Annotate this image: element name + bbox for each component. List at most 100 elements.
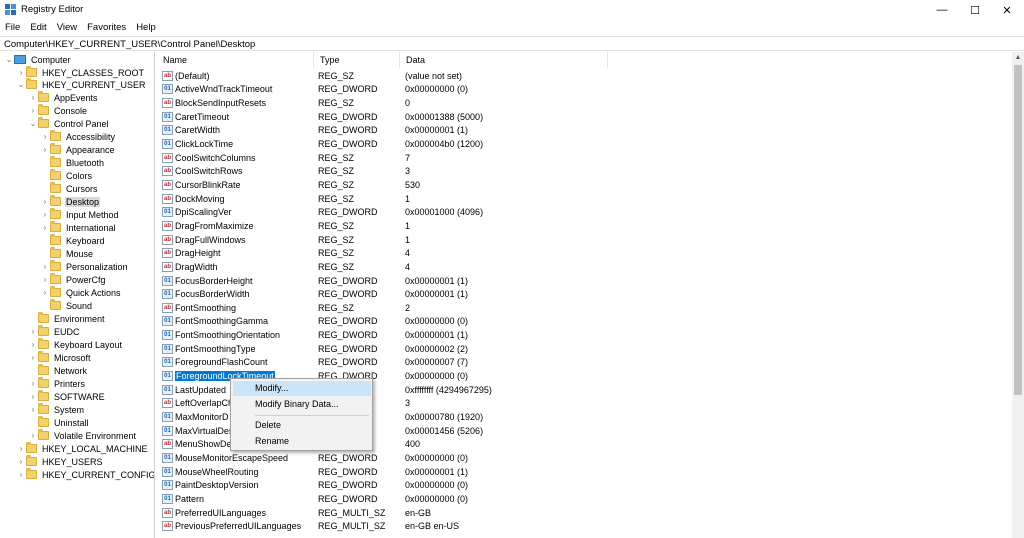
scroll-up-arrow-icon[interactable]: ▲ <box>1012 52 1024 64</box>
tree-item[interactable]: › Accessibility <box>40 130 116 143</box>
value-row[interactable]: 01 FontSmoothingOrientation REG_DWORD 0x000… <box>157 328 757 342</box>
chevron-right-icon[interactable]: › <box>40 223 50 232</box>
tree-item[interactable]: Cursors <box>40 182 99 195</box>
tree-item[interactable]: › Input Method <box>40 208 120 221</box>
tree-item[interactable]: › HKEY_CURRENT_CONFIG <box>16 468 154 481</box>
value-row[interactable]: ab PreferredUILanguages REG_MULTI_SZ en-GB <box>157 506 757 520</box>
scroll-thumb[interactable] <box>1014 65 1022 395</box>
chevron-right-icon[interactable]: › <box>40 262 50 271</box>
value-row[interactable]: ab (Default) REG_SZ (value not set) <box>157 69 757 83</box>
value-row[interactable]: 01 ClickLockTime REG_DWORD 0x000004b0 (1200… <box>157 137 757 151</box>
tree-item[interactable]: Sound <box>40 299 93 312</box>
column-header-name[interactable]: Name <box>157 52 314 68</box>
value-row[interactable]: 01 CaretTimeout REG_DWORD 0x00001388 (5000) <box>157 110 757 124</box>
context-menu-delete[interactable]: Delete <box>233 418 371 433</box>
value-row[interactable]: ab DragHeight REG_SZ 4 <box>157 246 757 260</box>
value-row[interactable]: 01 FontSmoothingType REG_DWORD 0x00000002 (… <box>157 342 757 356</box>
chevron-right-icon[interactable]: › <box>28 327 38 336</box>
menu-edit[interactable]: Edit <box>25 20 51 36</box>
tree-item[interactable]: Network <box>28 364 88 377</box>
tree-item[interactable]: Environment <box>28 312 106 325</box>
chevron-right-icon[interactable]: › <box>40 288 50 297</box>
chevron-right-icon[interactable]: › <box>28 340 38 349</box>
value-list[interactable]: Name Type Data ab (Default) REG_SZ (value n… <box>157 52 1012 538</box>
value-row[interactable]: 01 Pattern REG_DWORD 0x00000000 (0) <box>157 492 757 506</box>
chevron-right-icon[interactable]: › <box>28 93 38 102</box>
tree-item[interactable]: › Desktop <box>40 195 101 208</box>
chevron-right-icon[interactable]: › <box>28 392 38 401</box>
chevron-down-icon[interactable]: ⌄ <box>16 80 26 89</box>
menu-help[interactable]: Help <box>131 20 161 36</box>
chevron-right-icon[interactable]: › <box>40 210 50 219</box>
value-row[interactable]: 01 FocusBorderHeight REG_DWORD 0x00000001 (… <box>157 274 757 288</box>
chevron-down-icon[interactable]: ⌄ <box>4 55 14 64</box>
chevron-right-icon[interactable]: › <box>16 457 26 466</box>
chevron-down-icon[interactable]: ⌄ <box>28 119 38 128</box>
menu-file[interactable]: File <box>0 20 25 36</box>
context-menu-rename[interactable]: Rename <box>233 434 371 449</box>
value-row[interactable]: ab CursorBlinkRate REG_SZ 530 <box>157 178 757 192</box>
value-row[interactable]: ab PreviousPreferredUILanguages REG_MULTI_… <box>157 519 757 533</box>
value-row[interactable]: ab BlockSendInputResets REG_SZ 0 <box>157 96 757 110</box>
value-row[interactable]: ab DragWidth REG_SZ 4 <box>157 260 757 274</box>
chevron-right-icon[interactable]: › <box>16 68 26 77</box>
tree-item[interactable]: ⌄ HKEY_CURRENT_USER <box>16 78 147 91</box>
tree-item[interactable]: › Keyboard Layout <box>28 338 123 351</box>
tree-item[interactable]: › Appearance <box>40 143 116 156</box>
tree-item[interactable]: › EUDC <box>28 325 81 338</box>
tree-item[interactable]: Bluetooth <box>40 156 105 169</box>
address-path[interactable]: Computer\HKEY_CURRENT_USER\Control Panel… <box>4 39 255 50</box>
chevron-right-icon[interactable]: › <box>16 470 26 479</box>
chevron-right-icon[interactable]: › <box>28 353 38 362</box>
context-menu-modify-binary[interactable]: Modify Binary Data... <box>233 397 371 412</box>
tree-item[interactable]: › Printers <box>28 377 86 390</box>
value-row[interactable]: 01 PaintDesktopVersion REG_DWORD 0x00000000… <box>157 479 757 493</box>
chevron-right-icon[interactable]: › <box>40 145 50 154</box>
tree-item[interactable]: › AppEvents <box>28 91 99 104</box>
tree-item[interactable]: › Personalization <box>40 260 129 273</box>
tree-item[interactable]: › International <box>40 221 117 234</box>
chevron-right-icon[interactable]: › <box>28 379 38 388</box>
tree-item[interactable]: Mouse <box>40 247 94 260</box>
value-row[interactable]: ab CoolSwitchColumns REG_SZ 7 <box>157 151 757 165</box>
value-row[interactable]: ab CoolSwitchRows REG_SZ 3 <box>157 165 757 179</box>
value-row[interactable]: ab DockMoving REG_SZ 1 <box>157 192 757 206</box>
value-row[interactable]: ab DragFromMaximize REG_SZ 1 <box>157 219 757 233</box>
value-row[interactable]: 01 FocusBorderWidth REG_DWORD 0x00000001 (1… <box>157 287 757 301</box>
column-header-data[interactable]: Data <box>400 52 608 68</box>
menu-favorites[interactable]: Favorites <box>82 20 131 36</box>
tree-item[interactable]: Uninstall <box>28 416 90 429</box>
tree-item[interactable]: › Console <box>28 104 88 117</box>
tree-item[interactable]: › System <box>28 403 85 416</box>
maximize-button[interactable]: ☐ <box>958 0 992 20</box>
value-row[interactable]: 01 FontSmoothingGamma REG_DWORD 0x00000000 … <box>157 315 757 329</box>
chevron-right-icon[interactable]: › <box>28 405 38 414</box>
tree-item[interactable]: › Quick Actions <box>40 286 122 299</box>
tree-item[interactable]: › HKEY_LOCAL_MACHINE <box>16 442 149 455</box>
value-row[interactable]: ab DragFullWindows REG_SZ 1 <box>157 233 757 247</box>
value-row[interactable]: 01 MouseMonitorEscapeSpeed REG_DWORD 0x0000… <box>157 451 757 465</box>
close-button[interactable]: ✕ <box>990 0 1024 20</box>
column-header-type[interactable]: Type <box>314 52 400 68</box>
chevron-right-icon[interactable]: › <box>40 132 50 141</box>
tree-item[interactable]: › Microsoft <box>28 351 92 364</box>
chevron-right-icon[interactable]: › <box>40 275 50 284</box>
chevron-right-icon[interactable]: › <box>28 431 38 440</box>
tree-item[interactable]: › HKEY_USERS <box>16 455 104 468</box>
tree-item[interactable]: › SOFTWARE <box>28 390 106 403</box>
value-row[interactable]: 01 ActiveWndTrackTimeout REG_DWORD 0x000000… <box>157 83 757 97</box>
value-row[interactable]: 01 DpiScalingVer REG_DWORD 0x00001000 (4096… <box>157 206 757 220</box>
minimize-button[interactable]: — <box>925 0 959 20</box>
tree-item[interactable]: Colors <box>40 169 93 182</box>
vertical-scrollbar[interactable]: ▲ <box>1012 52 1024 538</box>
tree-item[interactable]: Keyboard <box>40 234 106 247</box>
value-row[interactable]: 01 MouseWheelRouting REG_DWORD 0x00000001 (… <box>157 465 757 479</box>
value-row[interactable]: 01 ForegroundFlashCount REG_DWORD 0x0000000… <box>157 356 757 370</box>
tree-item[interactable]: › PowerCfg <box>40 273 107 286</box>
tree-item[interactable]: ⌄ Control Panel <box>28 117 110 130</box>
address-bar[interactable]: Computer\HKEY_CURRENT_USER\Control Panel… <box>0 36 1024 51</box>
value-row[interactable]: ab FontSmoothing REG_SZ 2 <box>157 301 757 315</box>
chevron-right-icon[interactable]: › <box>16 444 26 453</box>
menu-view[interactable]: View <box>52 20 82 36</box>
chevron-right-icon[interactable]: › <box>28 106 38 115</box>
